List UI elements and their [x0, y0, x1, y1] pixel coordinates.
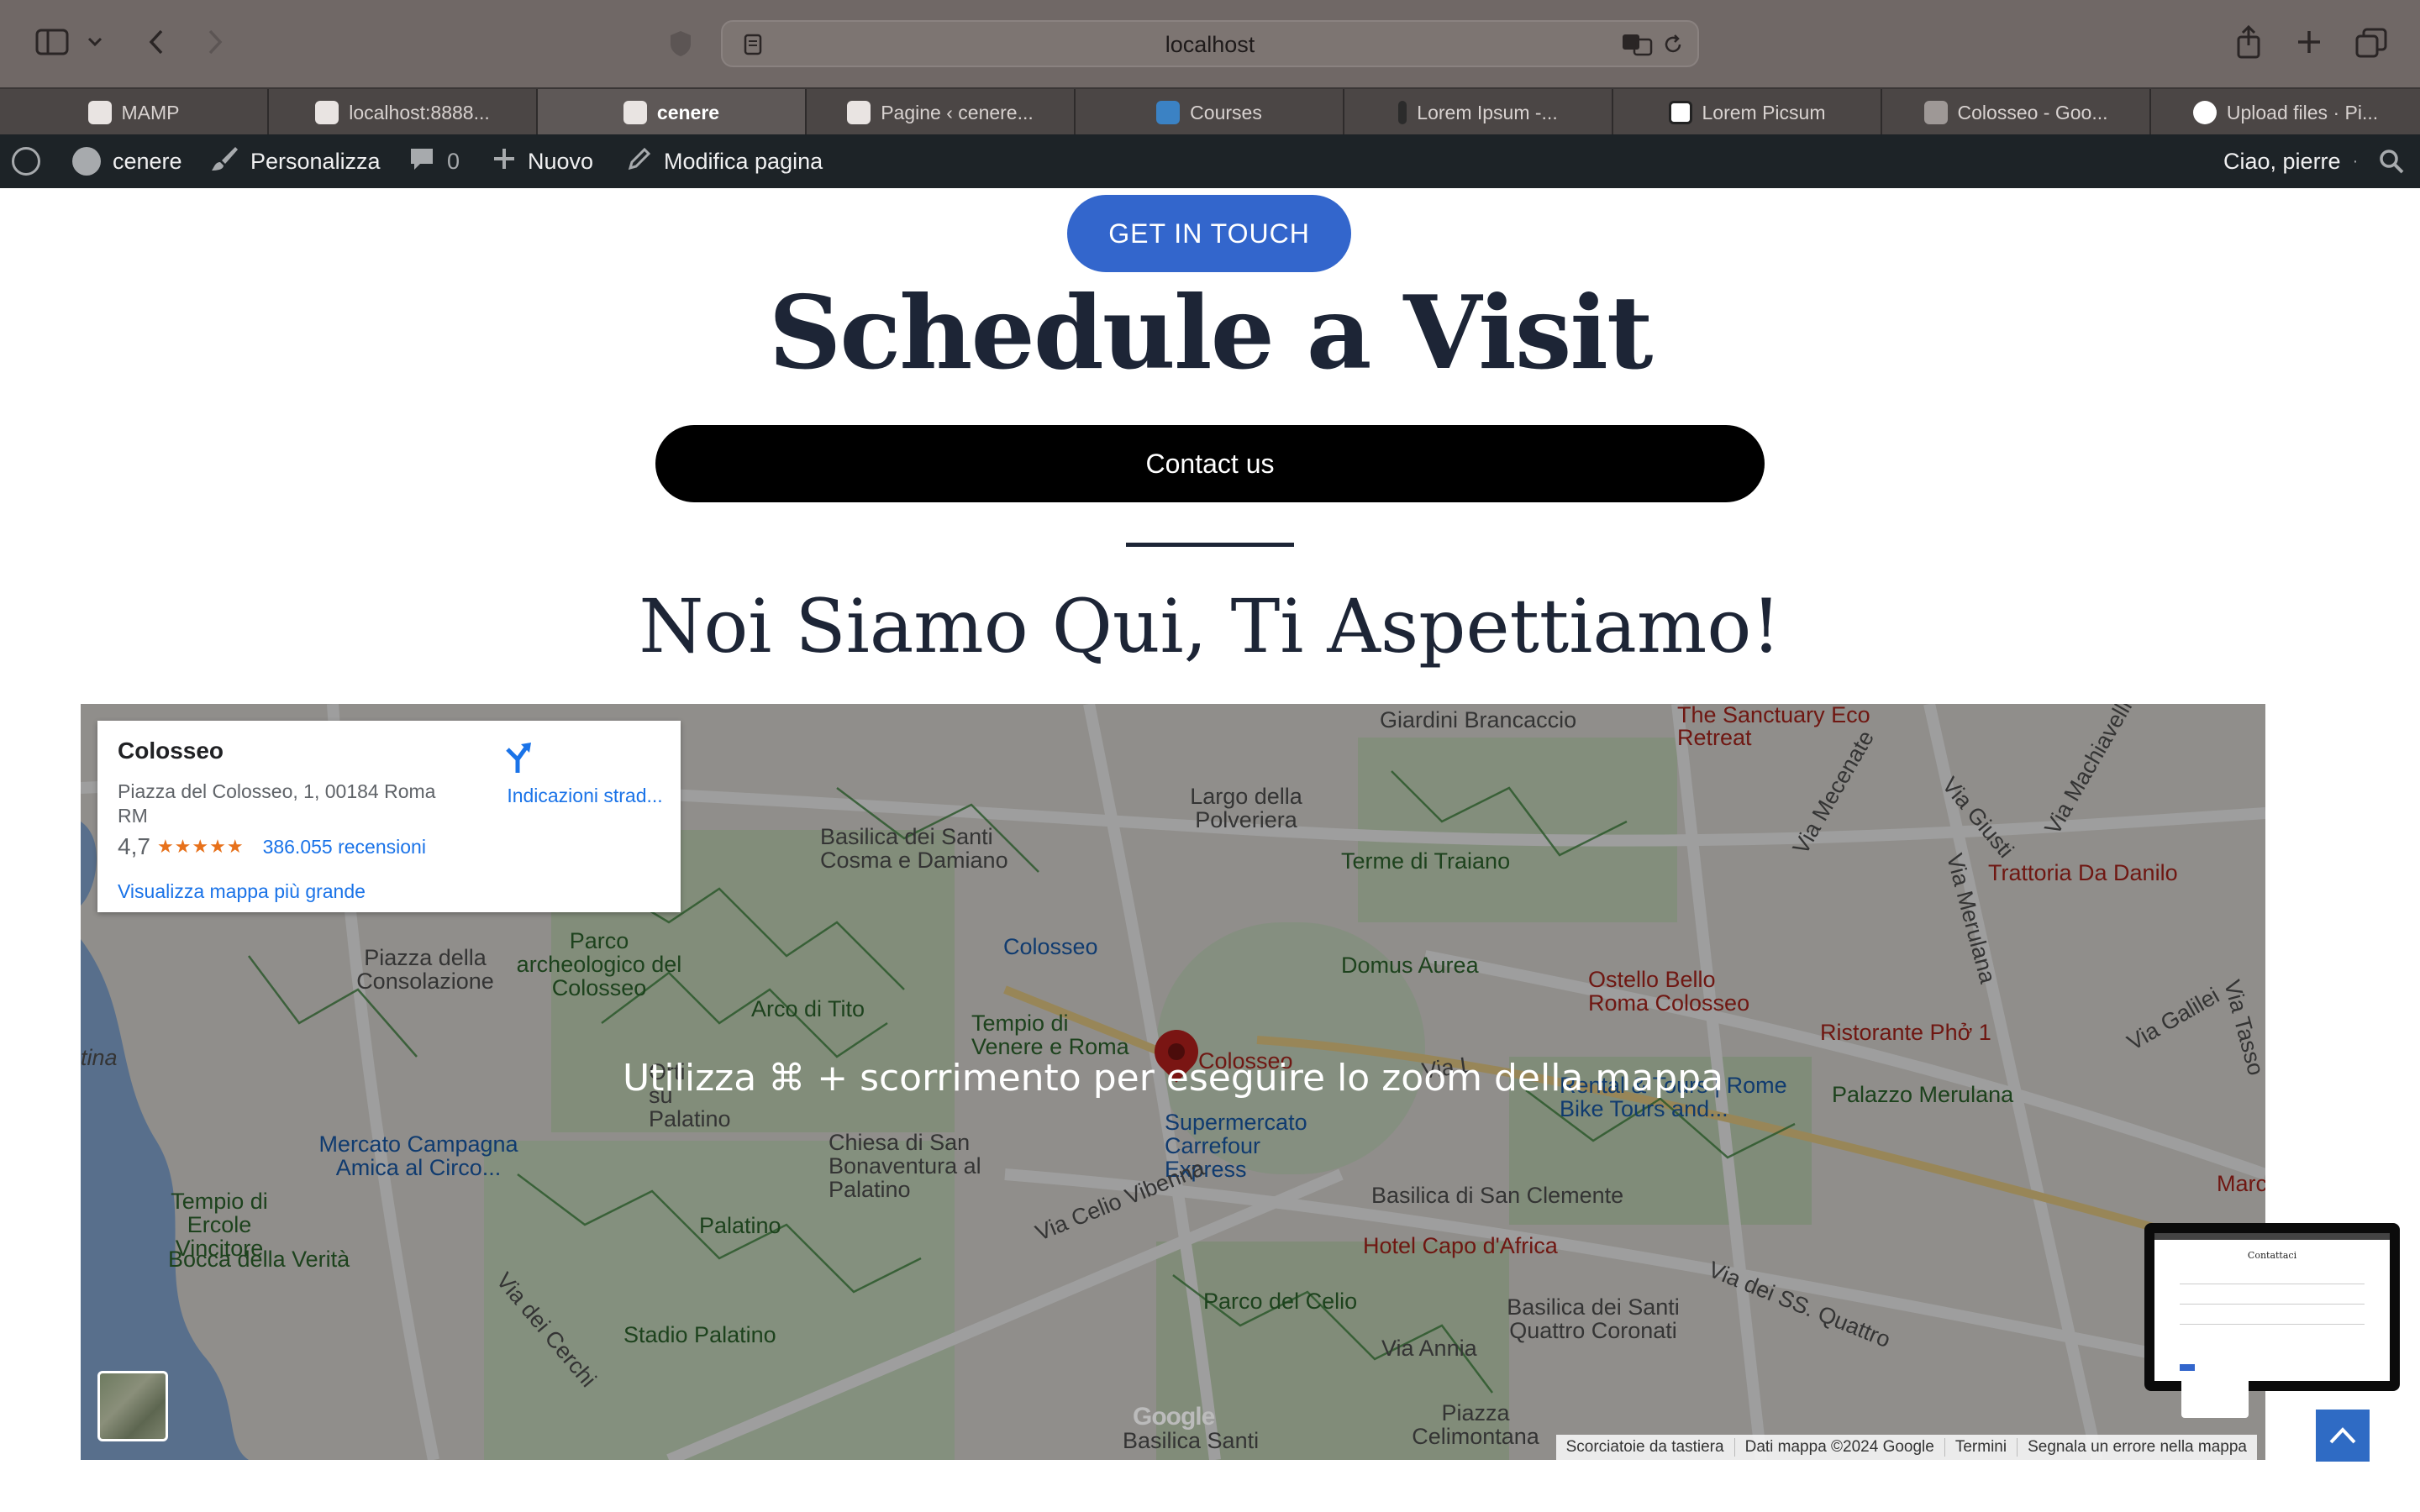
privacy-shield-icon[interactable]: [666, 27, 696, 60]
translate-icon[interactable]: [1620, 30, 1654, 59]
tab-pagine[interactable]: Pagine ‹ cenere...: [807, 89, 1076, 136]
wp-admin-bar: cenere Personalizza 0 Nuovo Modifica pag…: [0, 134, 2420, 188]
tab-label: Upload files · Pi...: [2226, 101, 2379, 123]
directions-arrow-icon: [506, 741, 602, 774]
account-dot-icon: ·: [2352, 151, 2359, 171]
screenshot-preview-thumbnail[interactable]: Contattaci: [2144, 1223, 2400, 1391]
pencil-icon: [627, 146, 652, 177]
wp-greeting: Ciao, pierre: [2223, 148, 2341, 174]
section-divider: [1126, 543, 1294, 547]
google-logo: Google: [1133, 1403, 1215, 1431]
map-attribution-bar: Scorciatoie da tastiera Dati mappa ©2024…: [1555, 1435, 2257, 1460]
view-larger-map-link[interactable]: Visualizza mappa più grande: [118, 880, 366, 903]
scroll-to-top-button[interactable]: [2316, 1410, 2370, 1462]
thumbnail-field-line: [2180, 1304, 2365, 1305]
wp-search-icon[interactable]: [2378, 134, 2405, 188]
tab-cenere[interactable]: cenere: [538, 89, 807, 136]
comment-bubble-icon: [408, 145, 435, 178]
keyboard-shortcuts-link[interactable]: Scorciatoie da tastiera: [1556, 1438, 1734, 1457]
wp-edit-page-label: Modifica pagina: [664, 148, 823, 174]
thumbnail-field-line: [2180, 1324, 2365, 1325]
directions-button[interactable]: Indicazioni strad...: [501, 741, 669, 807]
sidebar-toggle-icon[interactable]: [34, 25, 71, 59]
wp-site-link[interactable]: cenere: [72, 134, 182, 188]
google-favicon-icon: [1923, 101, 1948, 124]
elephant-favicon-icon: [847, 101, 871, 124]
thumbnail-title: Contattaci: [2247, 1250, 2297, 1261]
contact-us-button[interactable]: Contact us: [655, 425, 1765, 502]
rating-stars-icon: ★★★★★: [156, 836, 245, 857]
tab-label: Courses: [1190, 101, 1262, 123]
tab-localhost[interactable]: localhost:8888...: [269, 89, 538, 136]
tab-label: Lorem Picsum: [1702, 101, 1826, 123]
thumbnail-submit: [2180, 1364, 2195, 1371]
back-arrow-icon[interactable]: [139, 25, 173, 59]
github-favicon-icon: [2192, 101, 2217, 124]
get-in-touch-button[interactable]: GET IN TOUCH: [1067, 195, 1351, 272]
reload-icon[interactable]: [1660, 32, 1686, 57]
map-zoom-hint: Utilizza ⌘ + scorrimento per eseguire lo…: [622, 1057, 1724, 1100]
tab-upload-files[interactable]: Upload files · Pi...: [2151, 89, 2420, 136]
tab-courses[interactable]: Courses: [1076, 89, 1344, 136]
elephant-favicon-icon: [623, 101, 647, 124]
tab-label: cenere: [656, 101, 720, 123]
wp-edit-page-link[interactable]: Modifica pagina: [627, 134, 823, 188]
text-cursor-favicon-icon: [1398, 101, 1407, 124]
tab-overview-icon[interactable]: [2353, 25, 2390, 60]
tab-label: localhost:8888...: [349, 101, 490, 123]
forward-arrow-icon[interactable]: [198, 25, 232, 59]
paintbrush-icon: [210, 144, 239, 179]
wp-comments-link[interactable]: 0: [408, 134, 460, 188]
section-subtitle: Noi Siamo Qui, Ti Aspettiamo!: [639, 583, 1781, 669]
page-title: Schedule a Visit: [768, 274, 1654, 392]
map-data-credit: Dati mappa ©2024 Google: [1733, 1438, 1944, 1457]
tab-lorem-picsum[interactable]: Lorem Picsum: [1613, 89, 1882, 136]
tab-label: Pagine ‹ cenere...: [881, 101, 1034, 123]
map-fullscreen-control[interactable]: [2181, 1374, 2249, 1418]
wp-customize-label: Personalizza: [250, 148, 381, 174]
thumbnail-toolbar: [2154, 1233, 2390, 1240]
tab-colosseo-google[interactable]: Colosseo - Goo...: [1882, 89, 2151, 136]
place-address: Piazza del Colosseo, 1, 00184 Roma RM: [118, 780, 436, 827]
tab-label: MAMP: [121, 101, 180, 123]
wp-customize-link[interactable]: Personalizza: [210, 134, 381, 188]
chevron-up-icon: [2329, 1427, 2356, 1444]
wp-site-name: cenere: [113, 148, 182, 174]
new-tab-plus-icon[interactable]: [2292, 25, 2326, 59]
thumbnail-page: Contattaci: [2154, 1233, 2390, 1381]
wp-new-link[interactable]: Nuovo: [492, 134, 593, 188]
wp-account-menu[interactable]: Ciao, pierre ·: [2223, 134, 2358, 188]
elephant-favicon-icon: [315, 101, 339, 124]
tab-label: Colosseo - Goo...: [1957, 101, 2108, 123]
wp-new-label: Nuovo: [528, 148, 594, 174]
tab-lorem-ipsum[interactable]: Lorem Ipsum -...: [1344, 89, 1613, 136]
tab-mamp[interactable]: MAMP: [0, 89, 269, 136]
picture-favicon-icon: [1668, 101, 1692, 124]
report-error-link[interactable]: Segnala un errore nella mappa: [2017, 1438, 2257, 1457]
courses-favicon-icon: [1156, 101, 1181, 124]
rating-value: 4,7: [118, 833, 150, 859]
browser-toolbar: localhost: [0, 0, 2420, 87]
wp-comments-count: 0: [447, 148, 460, 174]
google-map-embed[interactable]: Giardini Brancaccio The Sanctuary Eco Re…: [81, 704, 2265, 1460]
dashboard-icon: [72, 147, 101, 176]
place-rating: 4,7 ★★★★★ 386.055 recensioni: [118, 833, 426, 860]
place-info-card: Colosseo Piazza del Colosseo, 1, 00184 R…: [97, 721, 681, 912]
wordpress-logo-icon[interactable]: [12, 134, 40, 188]
chevron-down-icon[interactable]: [84, 30, 106, 54]
terms-link[interactable]: Termini: [1944, 1438, 2017, 1457]
directions-label: Indicazioni strad...: [507, 785, 663, 806]
satellite-layer-toggle[interactable]: [97, 1371, 168, 1441]
url-text: localhost: [1165, 32, 1255, 57]
tab-label: Lorem Ipsum -...: [1417, 101, 1558, 123]
plus-icon: [492, 147, 516, 176]
reviews-link[interactable]: 386.055 recensioni: [263, 836, 426, 858]
share-icon[interactable]: [2232, 22, 2265, 62]
address-bar[interactable]: localhost: [721, 20, 1699, 67]
elephant-favicon-icon: [87, 101, 112, 124]
browser-tab-strip: MAMP localhost:8888... cenere Pagine ‹ c…: [0, 87, 2420, 136]
